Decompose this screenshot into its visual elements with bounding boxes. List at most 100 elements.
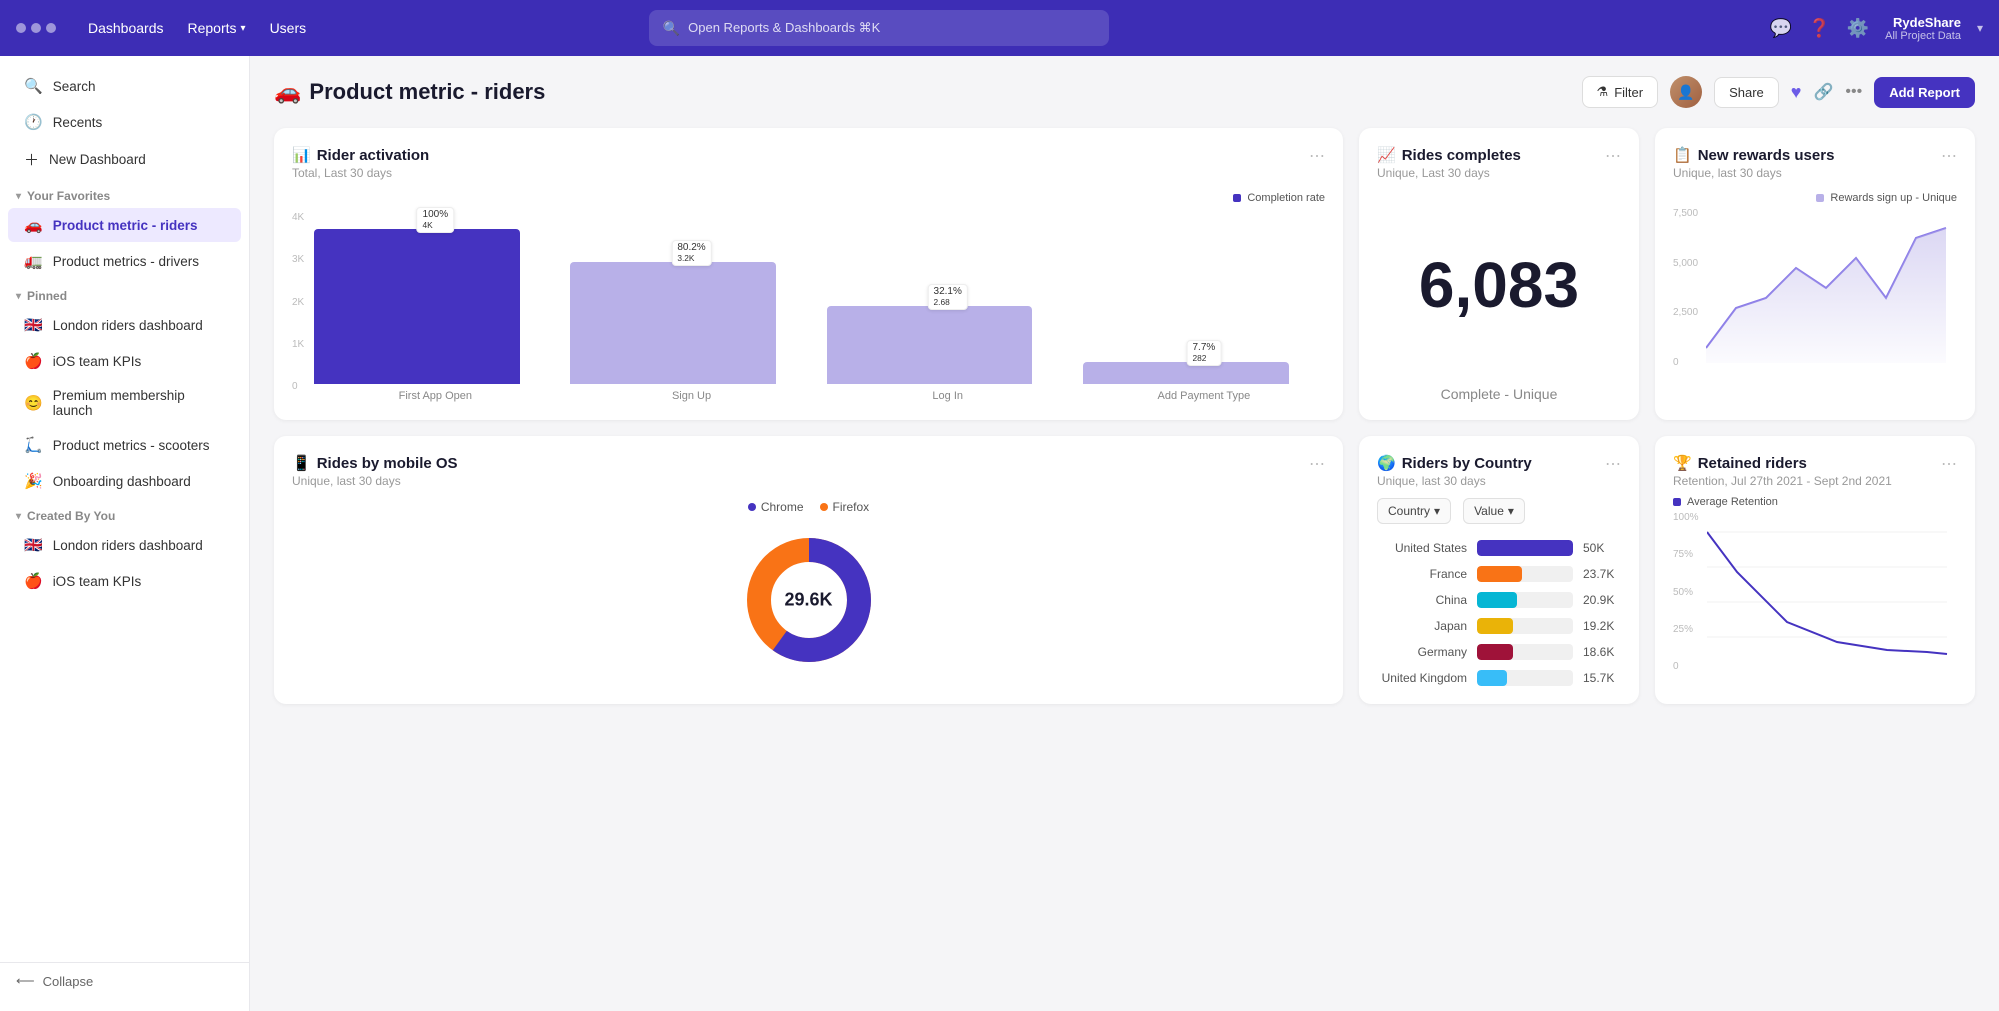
donut-chart: 29.6K <box>739 530 879 670</box>
sidebar-recents[interactable]: 🕐 Recents <box>8 105 241 139</box>
bar-bottom-first-app: First App Open <box>399 390 472 402</box>
sidebar-item-onboarding[interactable]: 🎉 Onboarding dashboard <box>8 464 241 498</box>
sidebar-item-premium-membership[interactable]: 😊 Premium membership launch <box>8 380 241 426</box>
collapse-button[interactable]: ⟵ Collapse <box>0 962 249 999</box>
country-row-china: China 20.9K <box>1377 592 1621 608</box>
sidebar-item-london-riders-created[interactable]: 🇬🇧 London riders dashboard <box>8 528 241 562</box>
value-filter-button[interactable]: Value ▾ <box>1463 498 1525 524</box>
mobile-icon: 📱 <box>292 454 311 472</box>
retained-icon: 🏆 <box>1673 454 1692 472</box>
sidebar-item-ios-kpis-created[interactable]: 🍎 iOS team KPIs <box>8 564 241 598</box>
page-title-emoji: 🚗 <box>274 79 301 105</box>
global-search-bar[interactable]: 🔍 Open Reports & Dashboards ⌘K <box>649 10 1109 46</box>
retained-riders-title: 🏆 Retained riders <box>1673 454 1892 472</box>
retained-riders-more-icon[interactable]: ⋯ <box>1941 454 1957 474</box>
rides-completes-title: 📈 Rides completes <box>1377 146 1521 164</box>
bar-first-app: 100%4K First App Open <box>314 229 556 402</box>
search-icon: 🔍 <box>663 20 680 37</box>
legend-dot <box>1233 194 1241 202</box>
sidebar-item-ios-kpis[interactable]: 🍎 iOS team KPIs <box>8 344 241 378</box>
donut-legend: Chrome Firefox <box>292 500 1325 514</box>
country-bar-france <box>1477 566 1522 582</box>
nav-dashboards[interactable]: Dashboards <box>88 20 164 36</box>
sidebar-item-product-metric-riders[interactable]: 🚗 Product metric - riders <box>8 208 241 242</box>
riders-country-subtitle: Unique, last 30 days <box>1377 474 1532 488</box>
page-title-text: Product metric - riders <box>309 79 545 105</box>
nav-reports[interactable]: Reports ▾ <box>188 20 246 36</box>
rides-completes-subtitle: Unique, Last 30 days <box>1377 166 1521 180</box>
top-nav: Dashboards Reports ▾ Users 🔍 Open Report… <box>0 0 1999 56</box>
sidebar-item-product-scooters[interactable]: 🛴 Product metrics - scooters <box>8 428 241 462</box>
rides-completes-card: 📈 Rides completes Unique, Last 30 days ⋯… <box>1359 128 1639 420</box>
rides-mobile-os-card: 📱 Rides by mobile OS Unique, last 30 day… <box>274 436 1343 704</box>
filter-icon: ⚗ <box>1597 84 1609 100</box>
pinned-header[interactable]: ▾ Pinned <box>0 279 249 307</box>
collapse-icon: ⟵ <box>16 973 35 989</box>
country-row-france: France 23.7K <box>1377 566 1621 582</box>
riders-country-more-icon[interactable]: ⋯ <box>1605 454 1621 474</box>
rewards-svg-chart: AUG 2 AUG 9 AUG 6 <box>1706 208 1956 368</box>
country-filter-button[interactable]: Country ▾ <box>1377 498 1451 524</box>
retained-riders-header: 🏆 Retained riders Retention, Jul 27th 20… <box>1673 454 1957 488</box>
retained-riders-subtitle: Retention, Jul 27th 2021 - Sept 2nd 2021 <box>1673 474 1892 488</box>
country-bar-japan <box>1477 618 1513 634</box>
favorite-heart-icon[interactable]: ♥ <box>1791 82 1802 103</box>
sidebar-item-london-riders[interactable]: 🇬🇧 London riders dashboard <box>8 308 241 342</box>
rides-completes-number: 6,083 <box>1377 228 1621 342</box>
country-chevron-icon: ▾ <box>1434 504 1440 518</box>
new-rewards-more-icon[interactable]: ⋯ <box>1941 146 1957 166</box>
bar-payment: 7.7%282 Add Payment Type <box>1083 362 1325 402</box>
plus-icon: ＋ <box>24 149 39 170</box>
retained-riders-card: 🏆 Retained riders Retention, Jul 27th 20… <box>1655 436 1975 704</box>
country-filters: Country ▾ Value ▾ <box>1377 498 1621 524</box>
messages-icon[interactable]: 💬 <box>1770 18 1792 39</box>
retention-svg-chart: <1 Week 2 Week 3 Week <box>1707 512 1957 672</box>
more-options-icon[interactable]: ••• <box>1845 83 1862 101</box>
country-bars: United States 50K France 23.7K <box>1377 540 1621 686</box>
country-bar-us <box>1477 540 1573 556</box>
link-icon[interactable]: 🔗 <box>1813 82 1833 102</box>
country-bar-germany <box>1477 644 1513 660</box>
search-icon: 🔍 <box>24 77 43 95</box>
chart-icon: 📊 <box>292 146 311 164</box>
country-row-japan: Japan 19.2K <box>1377 618 1621 634</box>
main-content: 🚗 Product metric - riders ⚗ Filter 👤 Sha… <box>250 56 1999 1011</box>
sidebar-item-product-metrics-drivers[interactable]: 🚛 Product metrics - drivers <box>8 244 241 278</box>
settings-icon[interactable]: ⚙️ <box>1847 18 1869 39</box>
new-rewards-card: 📋 New rewards users Unique, last 30 days… <box>1655 128 1975 420</box>
bar-bottom-payment: Add Payment Type <box>1158 390 1251 402</box>
bar-label-32: 32.1%2.68 <box>928 284 968 310</box>
new-rewards-header: 📋 New rewards users Unique, last 30 days… <box>1673 146 1957 180</box>
avatar-image: 👤 <box>1670 76 1702 108</box>
rides-mobile-more-icon[interactable]: ⋯ <box>1309 454 1325 474</box>
favorites-header[interactable]: ▾ Your Favorites <box>0 179 249 207</box>
sidebar-new-dashboard[interactable]: ＋ New Dashboard <box>8 141 241 178</box>
created-by-you-header[interactable]: ▾ Created By You <box>0 499 249 527</box>
country-row-germany: Germany 18.6K <box>1377 644 1621 660</box>
sidebar: 🔍 Search 🕐 Recents ＋ New Dashboard ▾ You… <box>0 56 250 1011</box>
recents-icon: 🕐 <box>24 113 43 131</box>
add-report-button[interactable]: Add Report <box>1874 77 1975 108</box>
share-button[interactable]: Share <box>1714 77 1779 108</box>
help-icon[interactable]: ❓ <box>1808 18 1830 39</box>
rides-mobile-title: 📱 Rides by mobile OS <box>292 454 458 472</box>
country-row-uk: United Kingdom 15.7K <box>1377 670 1621 686</box>
rider-activation-subtitle: Total, Last 30 days <box>292 166 429 180</box>
chart-legend: Completion rate <box>292 192 1325 204</box>
sidebar-search[interactable]: 🔍 Search <box>8 69 241 103</box>
riders-country-title: 🌍 Riders by Country <box>1377 454 1532 472</box>
rider-activation-more-icon[interactable]: ⋯ <box>1309 146 1325 166</box>
chrome-legend-dot <box>748 503 756 511</box>
filter-button[interactable]: ⚗ Filter <box>1582 76 1659 108</box>
app-body: 🔍 Search 🕐 Recents ＋ New Dashboard ▾ You… <box>0 56 1999 1011</box>
donut-center-value: 29.6K <box>784 590 832 611</box>
firefox-legend-dot <box>820 503 828 511</box>
new-rewards-title: 📋 New rewards users <box>1673 146 1834 164</box>
nav-users[interactable]: Users <box>270 20 307 36</box>
dashboard-grid: 📊 Rider activation Total, Last 30 days ⋯… <box>274 128 1975 704</box>
retention-chart-area: 100% 75% 50% 25% 0 <1 Week 2 Week <box>1673 512 1957 672</box>
value-chevron-icon: ▾ <box>1508 504 1514 518</box>
rides-completes-more-icon[interactable]: ⋯ <box>1605 146 1621 166</box>
user-chevron-icon[interactable]: ▾ <box>1977 21 1983 35</box>
favorites-chevron-icon: ▾ <box>16 191 21 202</box>
